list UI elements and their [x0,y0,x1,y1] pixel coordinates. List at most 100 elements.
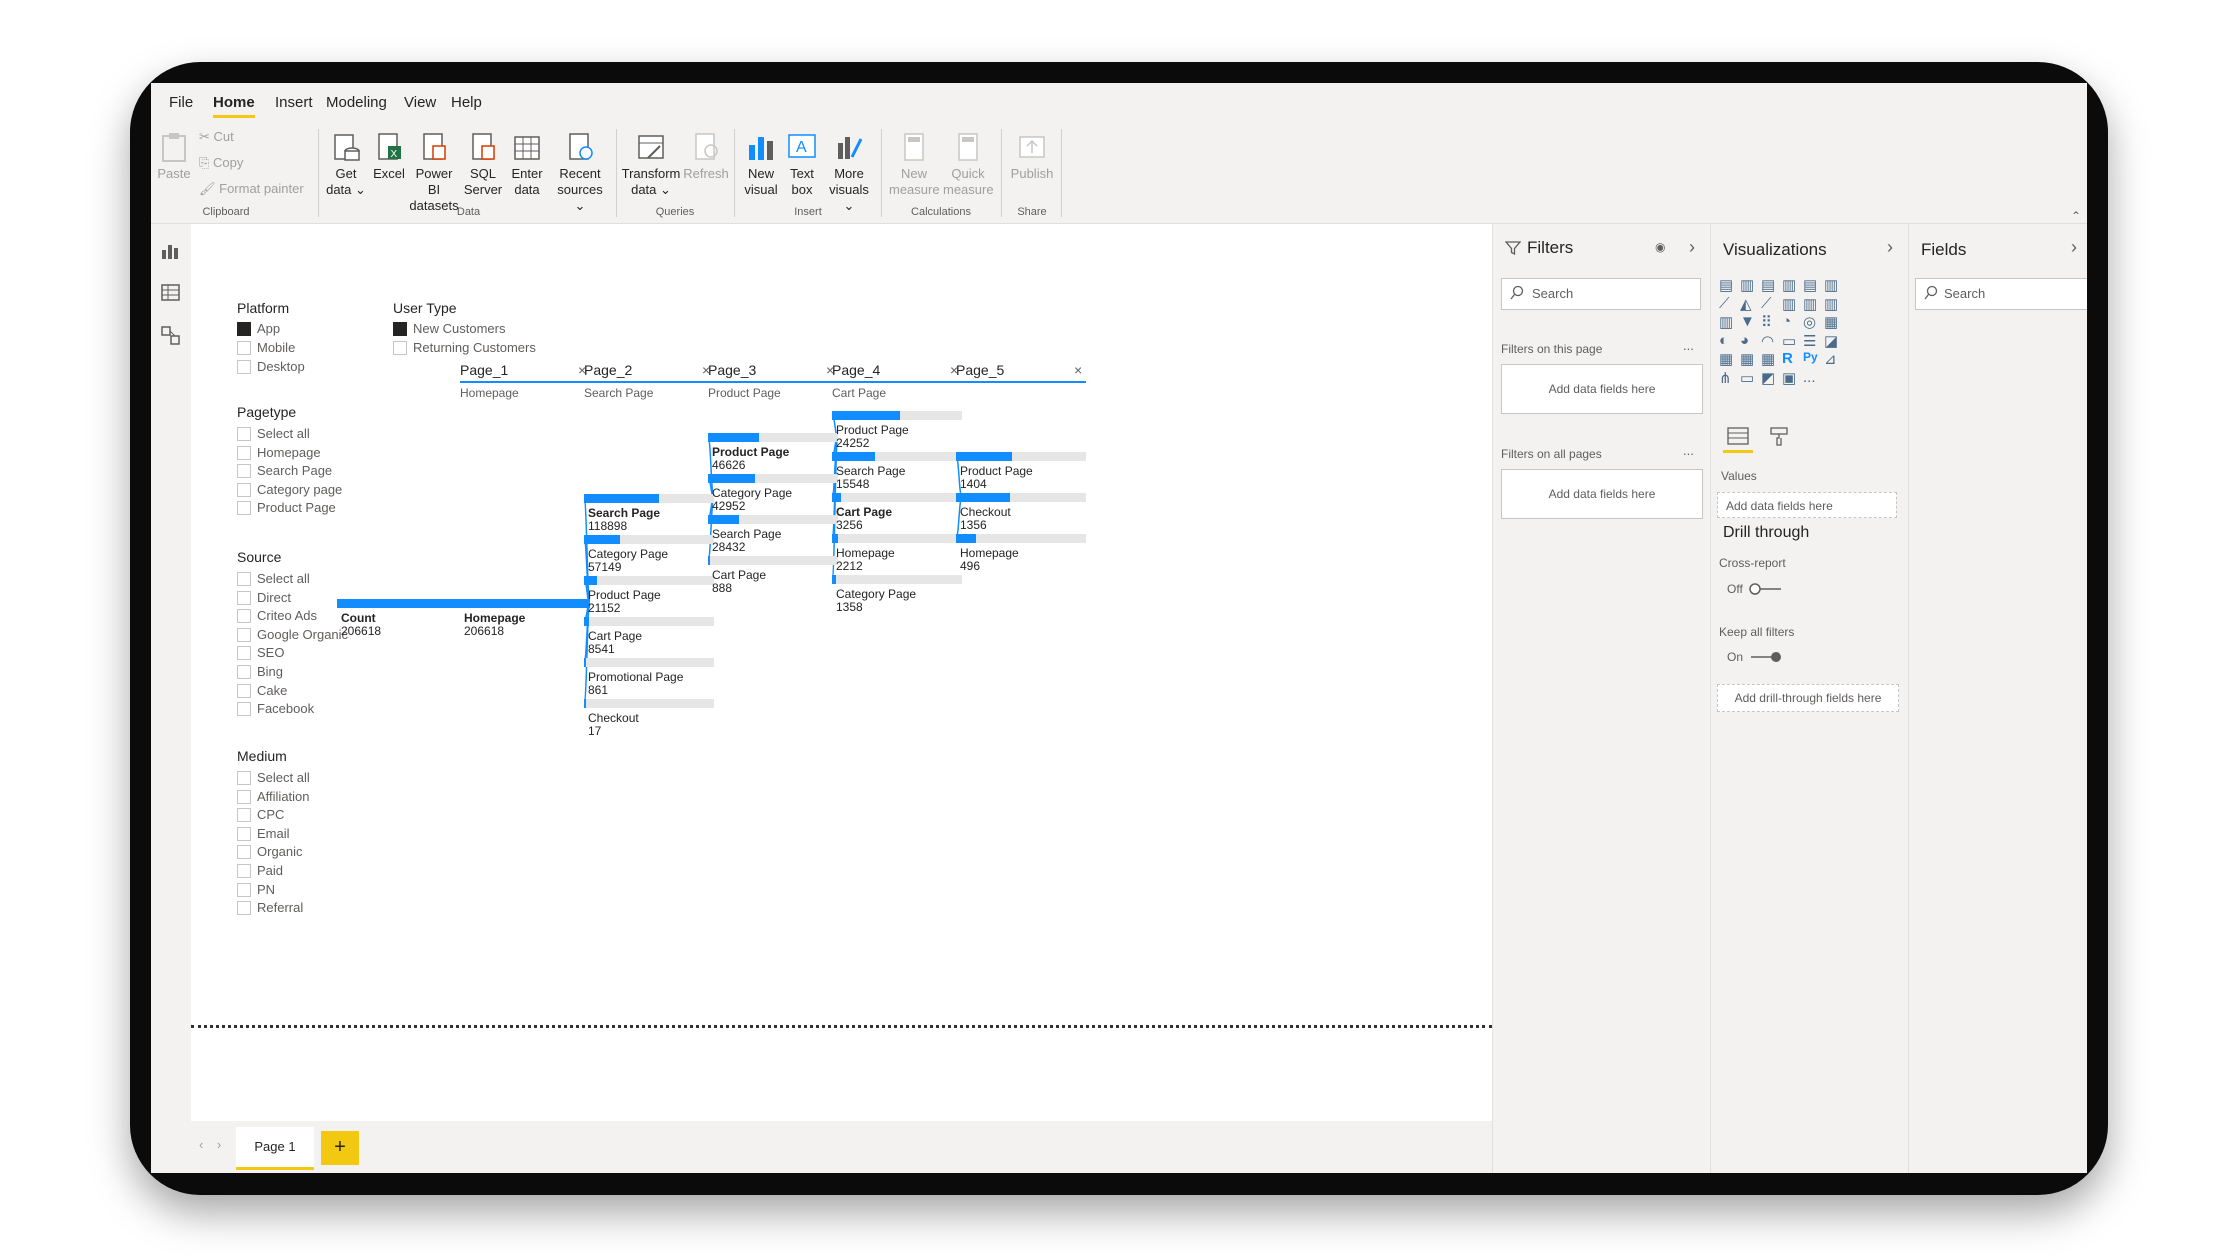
refresh-button[interactable]: Refresh [683,131,729,182]
node-bar-track[interactable] [832,575,962,584]
paint-roller-icon[interactable] [1769,426,1789,451]
collapse-fields-icon[interactable]: › [2071,237,2077,258]
python-visual-icon[interactable]: Py [1803,350,1823,370]
node-bar-track[interactable] [832,493,962,502]
visual-type-icon[interactable]: ◭ [1740,295,1760,315]
visual-type-icon[interactable]: ▼ [1740,313,1760,333]
menu-file[interactable]: File [169,94,193,111]
visual-type-icon[interactable]: ▥ [1824,295,1844,315]
visual-type-icon[interactable]: ⟋ [1761,295,1781,315]
text-box-button[interactable]: A Text box [784,131,820,198]
visual-type-icon[interactable]: ⋔ [1719,369,1739,389]
node-bar[interactable] [584,494,659,503]
visual-type-icon[interactable]: ▥ [1782,295,1802,315]
node-bar-track[interactable] [584,699,714,708]
data-view-icon[interactable] [161,284,181,307]
visual-type-icon[interactable]: ◕ [1740,332,1760,352]
node-bar[interactable] [832,411,900,420]
node-bar-track[interactable] [584,617,714,626]
node-bar[interactable] [832,534,839,543]
node-bar-track[interactable] [584,576,714,585]
eye-icon[interactable]: ◉ [1655,240,1665,254]
node-bar[interactable] [460,599,590,608]
visual-type-icon[interactable]: ◎ [1803,313,1823,333]
copy-button[interactable]: ⎘ Copy [199,155,243,171]
more-options-icon[interactable]: ... [1683,443,1694,458]
visual-type-icon[interactable]: ☰ [1803,332,1823,352]
node-bar[interactable] [832,575,836,584]
drill-through-dropzone[interactable]: Add drill-through fields here [1717,684,1899,712]
node-bar[interactable] [584,699,586,708]
sql-server-button[interactable]: SQL Server [463,131,503,198]
transform-data-button[interactable]: Transform data ⌄ [621,131,681,198]
visual-type-icon[interactable]: ▦ [1761,350,1781,370]
format-painter-button[interactable]: 🖌 Format painter [199,181,304,197]
node-bar[interactable] [584,535,620,544]
fields-tab-icon[interactable] [1727,426,1749,451]
level-header[interactable]: Page_4 [832,362,962,383]
visual-type-icon[interactable]: ◪ [1824,332,1844,352]
node-bar-track[interactable] [708,556,838,565]
level-header[interactable]: Page_3 [708,362,838,383]
visual-type-icon[interactable]: ▥ [1824,276,1844,296]
visual-type-icon[interactable]: ▦ [1824,313,1844,333]
level-header[interactable]: Page_2 [584,362,714,383]
more-options-icon[interactable]: ... [1683,338,1694,353]
add-page-button[interactable]: + [321,1131,359,1165]
menu-insert[interactable]: Insert [275,94,313,111]
visual-type-icon[interactable]: ▥ [1740,276,1760,296]
visual-type-icon[interactable]: ▭ [1782,332,1802,352]
node-bar-track[interactable] [584,658,714,667]
menu-home[interactable]: Home [213,94,255,118]
collapse-ribbon-icon[interactable]: ⌃ [2071,209,2081,223]
node-bar[interactable] [956,493,1011,502]
more-visuals-button[interactable]: More visuals ⌄ [823,131,875,214]
publish-button[interactable]: Publish [1009,131,1055,182]
fields-search-input[interactable]: Search [1915,278,2087,310]
keep-all-filters-toggle[interactable]: On [1727,648,1783,666]
node-bar[interactable] [832,452,876,461]
visual-type-icon[interactable]: ⊿ [1824,350,1844,370]
node-bar[interactable] [337,599,467,608]
visual-type-icon[interactable]: ▤ [1761,276,1781,296]
node-bar[interactable] [956,452,1013,461]
visual-type-icon[interactable]: ◐ [1719,332,1739,352]
new-visual-button[interactable]: New visual [741,131,781,198]
node-bar[interactable] [832,493,842,502]
collapse-filters-icon[interactable]: › [1689,237,1695,258]
report-view-icon[interactable] [161,242,181,265]
excel-button[interactable]: X Excel [371,131,407,182]
values-dropzone[interactable]: Add data fields here [1717,492,1897,518]
menu-help[interactable]: Help [451,94,482,111]
node-bar[interactable] [708,433,759,442]
remove-level-icon[interactable]: × [1074,362,1082,378]
next-page-icon[interactable]: › [217,1137,221,1152]
visual-type-icon[interactable]: ▤ [1803,276,1823,296]
node-bar[interactable] [584,617,590,626]
visual-type-icon[interactable]: ▦ [1719,350,1739,370]
visual-type-icon[interactable]: ⟋ [1719,295,1739,315]
all-pages-filters-dropzone[interactable]: Add data fields here [1501,469,1703,519]
filters-search-input[interactable]: Search [1501,278,1701,310]
get-data-button[interactable]: Get data ⌄ [326,131,366,198]
cut-button[interactable]: ✂ Cut [199,129,234,145]
menu-view[interactable]: View [404,94,436,111]
visual-type-icon[interactable]: ▥ [1803,295,1823,315]
recent-sources-button[interactable]: Recent sources ⌄ [551,131,609,214]
page-filters-dropzone[interactable]: Add data fields here [1501,364,1703,414]
node-bar-track[interactable] [832,534,962,543]
visual-type-icon[interactable]: ▣ [1782,369,1802,389]
visual-type-icon[interactable]: ◔ [1782,313,1802,333]
more-visuals-icon[interactable]: ... [1803,369,1823,389]
cross-report-toggle[interactable]: Off [1727,580,1783,598]
visual-type-icon[interactable]: ▦ [1740,350,1760,370]
visual-type-icon[interactable]: ◩ [1761,369,1781,389]
visual-type-icon[interactable]: ▥ [1782,276,1802,296]
node-bar[interactable] [708,515,740,524]
model-view-icon[interactable] [161,326,181,351]
quick-measure-button[interactable]: Quick measure [943,131,994,198]
prev-page-icon[interactable]: ‹ [199,1137,203,1152]
menu-modeling[interactable]: Modeling [326,94,387,111]
level-header[interactable]: Page_1 [460,362,590,383]
node-bar[interactable] [584,658,586,667]
